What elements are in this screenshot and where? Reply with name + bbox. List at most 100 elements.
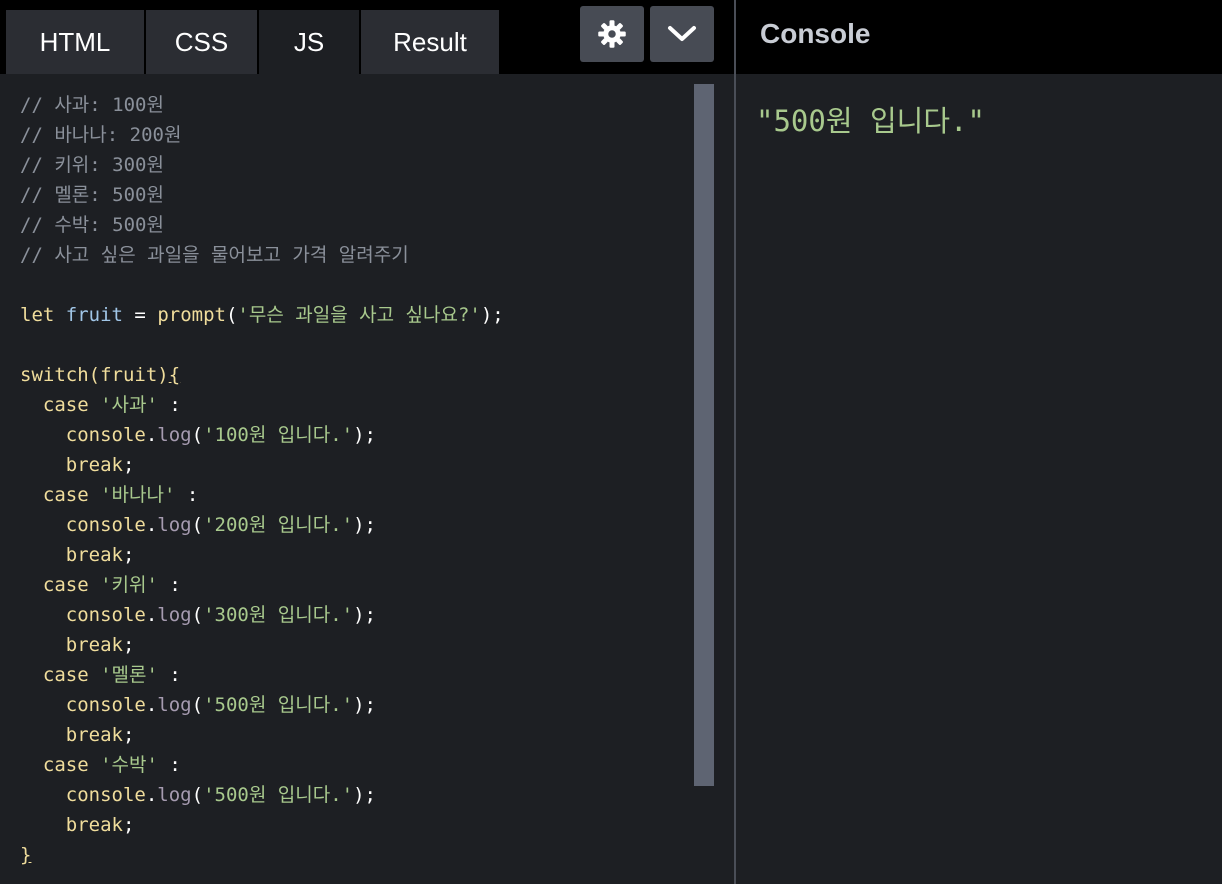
- code-line: case '바나나' :: [20, 480, 504, 510]
- code-line: case '멜론' :: [20, 660, 504, 690]
- settings-button[interactable]: [580, 6, 644, 62]
- console-header: Console: [736, 0, 1222, 74]
- js-code-editor[interactable]: // 사과: 100원 // 바나나: 200원 // 키위: 300원 // …: [0, 74, 734, 884]
- code-line: let fruit = prompt('무슨 과일을 사고 싶나요?');: [20, 300, 504, 330]
- console-output-line: "500원 입니다.": [756, 104, 985, 138]
- code-object: console: [65, 784, 146, 806]
- code-line: break;: [20, 810, 504, 840]
- code-punct: .: [145, 694, 158, 716]
- code-string: '300원 입니다.': [203, 604, 354, 626]
- code-line: console.log('300원 입니다.');: [20, 600, 504, 630]
- code-keyword: break: [65, 724, 123, 746]
- code-punct: ;: [122, 544, 135, 566]
- code-function: prompt: [157, 304, 226, 326]
- code-line: switch(fruit){: [20, 360, 504, 390]
- code-punct: );: [353, 424, 376, 446]
- code-string: '바나나': [100, 484, 176, 506]
- code-line: break;: [20, 450, 504, 480]
- tab-result[interactable]: Result: [361, 10, 499, 74]
- codepen-editor: HTML CSS JS Result // 사과: 100원 // 바나나: 2…: [0, 0, 1222, 884]
- code-comment: // 바나나: 200원: [20, 124, 182, 146]
- code-comment: // 사고 싶은 과일을 물어보고 가격 알려주기: [20, 244, 409, 266]
- code-object: console: [65, 514, 146, 536]
- code-method: log: [157, 424, 192, 446]
- collapse-button[interactable]: [650, 6, 714, 62]
- code-string: '100원 입니다.': [203, 424, 354, 446]
- code-keyword: break: [65, 454, 123, 476]
- code-punct: (fruit): [88, 364, 169, 386]
- code-punct: );: [353, 784, 376, 806]
- code-punct: ;: [122, 454, 135, 476]
- console-pane: Console "500원 입니다.": [736, 0, 1222, 884]
- code-punct: :: [157, 394, 181, 416]
- code-keyword: break: [65, 814, 123, 836]
- code-line: console.log('100원 입니다.');: [20, 420, 504, 450]
- code-line: // 사과: 100원: [20, 90, 504, 120]
- code-keyword: break: [65, 634, 123, 656]
- code-punct: :: [157, 574, 181, 596]
- code-punct: ;: [122, 814, 135, 836]
- code-keyword: case: [42, 394, 89, 416]
- code-keyword: case: [42, 664, 89, 686]
- code-punct: );: [353, 514, 376, 536]
- code-object: console: [65, 604, 146, 626]
- code-punct: .: [145, 604, 158, 626]
- code-method: log: [157, 604, 192, 626]
- code-string: '사과': [100, 394, 158, 416]
- code-punct: {: [168, 364, 181, 386]
- code-punct: (: [191, 694, 204, 716]
- code-string: '200원 입니다.': [203, 514, 354, 536]
- code-punct: :: [157, 754, 181, 776]
- editor-tabbar: HTML CSS JS Result: [0, 0, 734, 74]
- code-line: break;: [20, 540, 504, 570]
- code-comment: // 키위: 300원: [20, 154, 164, 176]
- chevron-down-icon: [668, 26, 696, 41]
- code-operator: =: [122, 304, 158, 326]
- code-comment: // 수박: 500원: [20, 214, 164, 236]
- code-string: '500원 입니다.': [203, 694, 354, 716]
- code-comment: // 사과: 100원: [20, 94, 164, 116]
- code-method: log: [157, 694, 192, 716]
- code-punct: :: [175, 484, 199, 506]
- code-punct: (: [191, 604, 204, 626]
- code-string: '멜론': [100, 664, 158, 686]
- code-punct: (: [225, 304, 238, 326]
- code-punct: .: [145, 514, 158, 536]
- editor-pane: HTML CSS JS Result // 사과: 100원 // 바나나: 2…: [0, 0, 734, 884]
- tab-html[interactable]: HTML: [6, 10, 144, 74]
- tab-css[interactable]: CSS: [146, 10, 257, 74]
- code-keyword: case: [42, 574, 89, 596]
- gear-icon: [598, 20, 626, 48]
- code-punct: );: [480, 304, 504, 326]
- code-line: console.log('500원 입니다.');: [20, 780, 504, 810]
- code-punct: .: [145, 784, 158, 806]
- code-area[interactable]: // 사과: 100원 // 바나나: 200원 // 키위: 300원 // …: [20, 90, 504, 870]
- code-punct: .: [145, 424, 158, 446]
- code-keyword: break: [65, 544, 123, 566]
- code-line: // 수박: 500원: [20, 210, 504, 240]
- code-punct: }: [20, 844, 32, 866]
- code-line: case '사과' :: [20, 390, 504, 420]
- code-string: '키위': [100, 574, 158, 596]
- console-body: "500원 입니다.": [736, 74, 1222, 884]
- code-string: '500원 입니다.': [203, 784, 354, 806]
- code-punct: (: [191, 424, 204, 446]
- code-punct: ;: [122, 724, 135, 746]
- code-line: case '수박' :: [20, 750, 504, 780]
- tab-js[interactable]: JS: [259, 10, 359, 74]
- code-object: console: [65, 694, 146, 716]
- code-string: '무슨 과일을 사고 싶나요?': [237, 304, 481, 326]
- code-keyword: case: [42, 754, 89, 776]
- code-comment: // 멜론: 500원: [20, 184, 164, 206]
- code-keyword: let: [20, 304, 55, 326]
- code-punct: (: [191, 784, 204, 806]
- code-line: // 사고 싶은 과일을 물어보고 가격 알려주기: [20, 240, 504, 270]
- editor-scrollbar[interactable]: [694, 84, 714, 786]
- code-punct: ;: [122, 634, 135, 656]
- code-line: // 멜론: 500원: [20, 180, 504, 210]
- code-punct: :: [157, 664, 181, 686]
- code-keyword: switch: [20, 364, 89, 386]
- code-line: // 키위: 300원: [20, 150, 504, 180]
- code-line: break;: [20, 630, 504, 660]
